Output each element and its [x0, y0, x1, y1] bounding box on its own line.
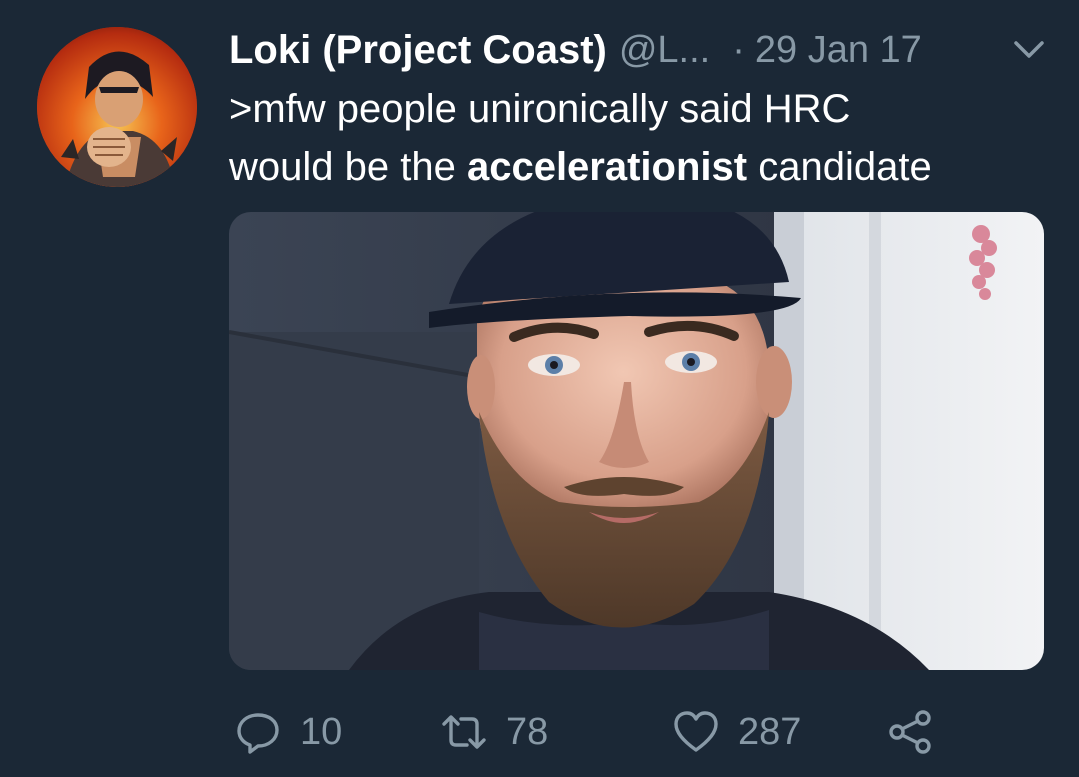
tweet-text-line-2: would be the accelerationist candidate	[229, 138, 1049, 196]
share-icon	[886, 708, 934, 756]
tweet-text: >mfw people unironically said HRC would …	[229, 80, 1049, 196]
share-button[interactable]	[886, 700, 934, 764]
display-name[interactable]: Loki (Project Coast)	[229, 28, 607, 73]
tweet-text-bold: accelerationist	[466, 145, 748, 189]
reply-icon	[234, 708, 282, 756]
tweet-header: Loki (Project Coast) @L... · 29 Jan 17	[229, 22, 1059, 78]
tweet-text-line-1: >mfw people unironically said HRC	[229, 87, 851, 131]
tweet-date[interactable]: 29 Jan 17	[755, 29, 922, 72]
tweet-media-photo[interactable]	[229, 212, 1044, 670]
handle[interactable]: @L...	[619, 29, 710, 72]
tweet-actions: 10 78 287	[0, 700, 1079, 764]
chevron-down-icon[interactable]	[1012, 37, 1046, 63]
like-button[interactable]: 287	[672, 700, 801, 764]
tweet[interactable]: Loki (Project Coast) @L... · 29 Jan 17 >…	[0, 0, 1079, 777]
retweet-count: 78	[506, 710, 549, 753]
tweet-text-prefix: would be the	[229, 145, 467, 189]
retweet-button[interactable]: 78	[440, 700, 548, 764]
reply-button[interactable]: 10	[234, 700, 342, 764]
avatar[interactable]	[37, 27, 197, 187]
heart-icon	[672, 708, 720, 756]
reply-count: 10	[300, 710, 343, 753]
retweet-icon	[440, 708, 488, 756]
like-count: 287	[738, 710, 802, 753]
separator-dot: ·	[732, 28, 745, 71]
tweet-text-suffix: candidate	[747, 145, 932, 189]
